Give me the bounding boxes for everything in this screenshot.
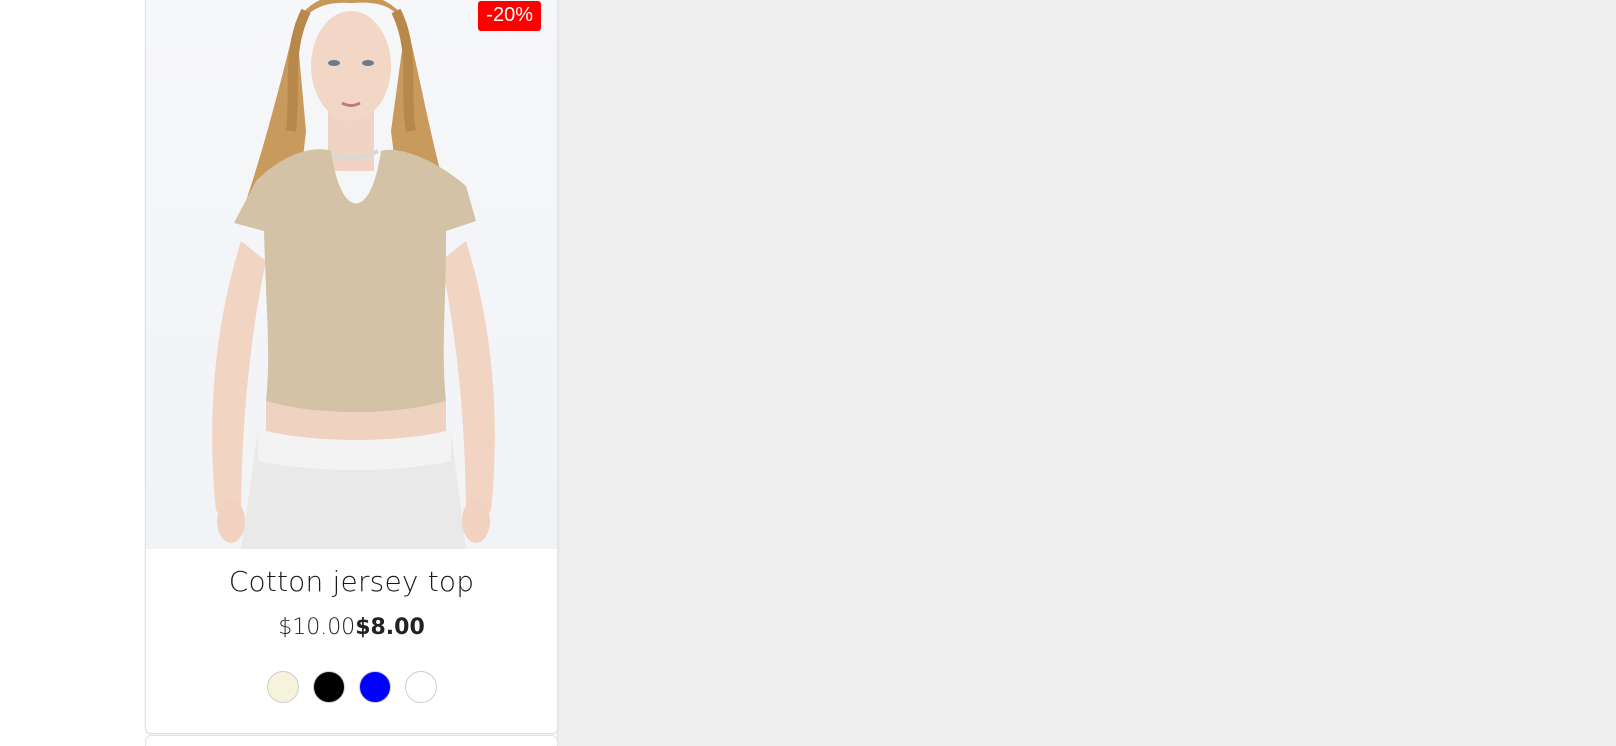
product-photo: [212, 0, 495, 549]
left-margin: [0, 0, 145, 746]
color-swatches: [146, 671, 557, 703]
discount-badge: -20%: [478, 1, 541, 31]
sale-price: $8.00: [355, 615, 425, 640]
swatch-black[interactable]: [312, 671, 345, 703]
product-image[interactable]: -20%: [146, 0, 557, 549]
swatch-blue[interactable]: [358, 671, 391, 703]
swatch-white[interactable]: [404, 671, 437, 703]
next-product-card[interactable]: [145, 735, 558, 746]
swatch-cream[interactable]: [266, 671, 299, 703]
empty-content-area: [558, 0, 1616, 746]
product-name[interactable]: Cotton jersey top: [146, 565, 557, 598]
price-row: $10.00$8.00: [146, 615, 557, 640]
product-card[interactable]: -20% Cotton jersey top $10.00$8.00: [145, 0, 558, 734]
old-price: $10.00: [278, 615, 356, 640]
